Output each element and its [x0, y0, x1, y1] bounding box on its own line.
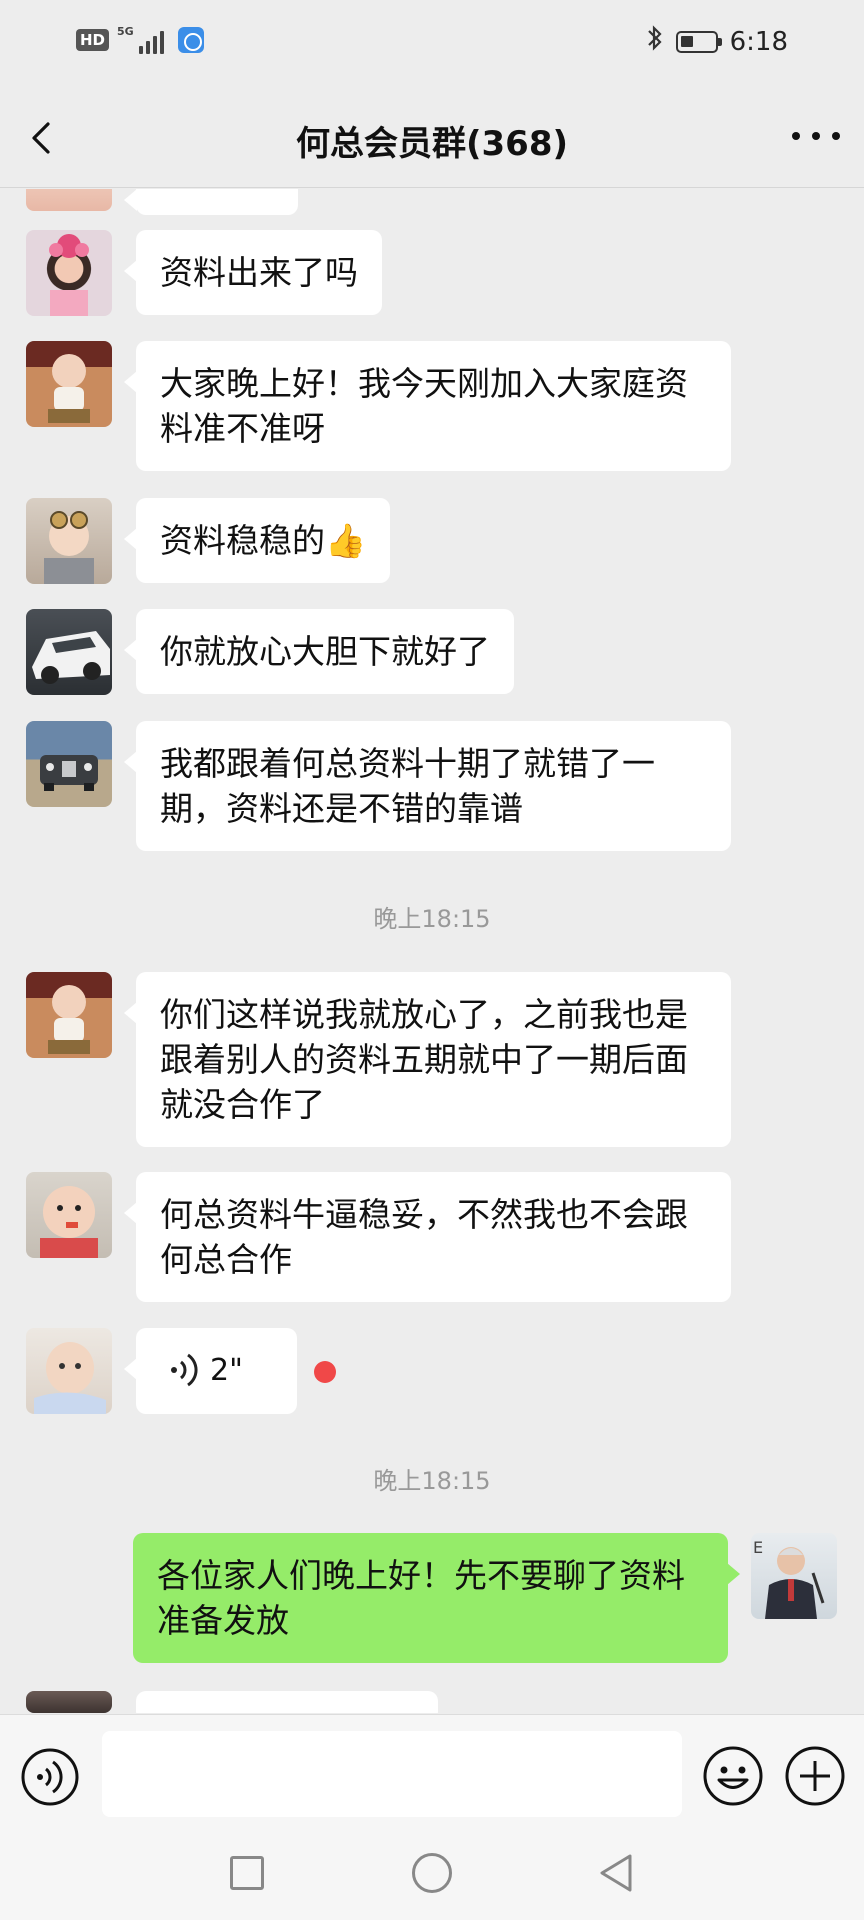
message-bubble[interactable]: 何总资料牛逼稳妥，不然我也不会跟何总合作 — [124, 1172, 731, 1302]
network-app-icon — [177, 27, 204, 53]
system-nav-bar — [0, 1840, 864, 1920]
battery-icon — [675, 30, 722, 53]
status-time: 6:18 — [729, 26, 788, 57]
chat-title: 何总会员群(368) — [295, 124, 569, 164]
avatar[interactable] — [26, 1691, 112, 1713]
avatar-girl-flower-headband[interactable] — [26, 230, 112, 316]
voice-input-icon[interactable] — [20, 1747, 80, 1807]
message-bubble[interactable]: 你就放心大胆下就好了 — [124, 609, 514, 694]
voice-wave-icon — [171, 1353, 198, 1387]
timestamp: 晚上18:15 — [373, 905, 491, 933]
message-input[interactable] — [102, 1731, 682, 1817]
message-bubble[interactable]: 大家晚上好！我今天刚加入大家庭资料准不准呀 — [124, 341, 731, 471]
hd-icon: HD — [76, 29, 110, 51]
chat-message-list[interactable]: 资料出来了吗 大家晚上好！我今天刚加入大家庭资料准不准呀 资料稳稳的👍 你就放心… — [0, 189, 864, 1713]
signal-icon: 5G — [117, 26, 164, 54]
plus-icon[interactable] — [784, 1745, 846, 1807]
message-bubble-self[interactable]: 各位家人们晚上好！先不要聊了资料准备发放 — [133, 1533, 740, 1663]
unread-dot — [314, 1361, 336, 1383]
recent-apps-icon[interactable] — [230, 1856, 264, 1890]
bluetooth-icon — [646, 24, 664, 59]
home-icon[interactable] — [412, 1853, 452, 1893]
avatar[interactable] — [26, 189, 112, 211]
message-bubble[interactable]: 你们这样说我就放心了，之前我也是跟着别人的资料五期就中了一期后面就没合作了 — [124, 972, 731, 1147]
avatar-baby-goggles[interactable] — [26, 498, 112, 584]
avatar-man-speaker[interactable]: E — [751, 1533, 837, 1619]
status-bar: HD 5G 6:18 — [0, 0, 864, 88]
message-bubble[interactable]: 资料稳稳的👍 — [123, 498, 391, 583]
timestamp: 晚上18:15 — [373, 1467, 491, 1495]
avatar-luxury-car-front[interactable] — [26, 721, 112, 807]
voice-message-bubble[interactable]: 2" — [124, 1328, 297, 1414]
message-bubble[interactable]: 我都跟着何总资料十期了就错了一期，资料还是不错的靠谱 — [124, 721, 731, 851]
avatar-white-sports-car[interactable] — [26, 609, 112, 695]
emoji-icon[interactable] — [702, 1745, 764, 1807]
avatar-baby-sitting[interactable] — [26, 972, 112, 1058]
avatar-baby-lying[interactable] — [26, 1328, 112, 1414]
avatar-baby-sitting[interactable] — [26, 341, 112, 427]
input-bar — [0, 1714, 864, 1840]
svg-text:E: E — [753, 1538, 763, 1557]
more-dots-icon[interactable] — [792, 124, 840, 148]
network-label: 5G — [117, 25, 134, 38]
chat-header: 何总会员群(368) — [0, 88, 864, 188]
message-bubble[interactable]: 资料出来了吗 — [124, 230, 382, 315]
voice-duration: 2" — [210, 1353, 243, 1388]
message-bubble[interactable] — [124, 189, 298, 215]
message-bubble[interactable] — [136, 1691, 438, 1713]
avatar-baby-pacifier[interactable] — [26, 1172, 112, 1258]
back-triangle-icon[interactable] — [596, 1852, 636, 1894]
